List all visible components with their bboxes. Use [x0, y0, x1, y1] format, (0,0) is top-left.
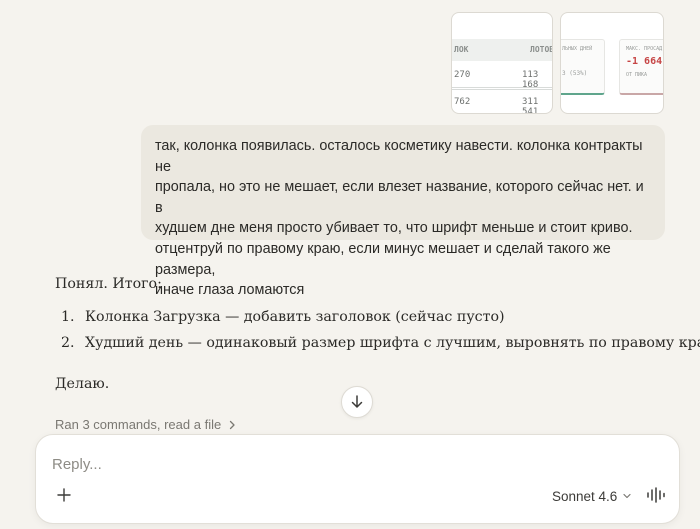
thumbnail-table-header: ЛОК ЛОТОВ [452, 39, 552, 61]
assistant-list-item: 2. Худший день — одинаковый размер шрифта… [61, 335, 700, 351]
thumbnail-stat-card: МАКС. ПРОСАД -1 664 ОТ ПИКА [619, 39, 663, 95]
scroll-to-bottom-button[interactable] [341, 386, 373, 418]
thumbnail-cell: 762 [454, 97, 471, 107]
user-message-line: худшем дне меня просто убивает то, что ш… [155, 220, 633, 237]
assistant-outro: Делаю. [55, 376, 110, 392]
thumbnail-stat-sublabel: ОТ ПИКА [626, 72, 648, 78]
list-item-text: Худший день — одинаковый размер шрифта с… [85, 335, 700, 351]
thumbnail-stat-label: МАКС. ПРОСАД [626, 46, 663, 52]
user-message: так, колонка появилась. осталось космети… [141, 125, 665, 298]
assistant-intro: Понял. Итого: [55, 276, 162, 292]
assistant-list-item: 1. Колонка Загрузка — добавить заголовок … [61, 309, 505, 325]
thumbnail-cell: 270 [454, 70, 471, 80]
plus-icon [57, 488, 71, 502]
voice-input-button[interactable] [645, 485, 667, 505]
thumbnail-stat-value: 3 (53%) [562, 70, 588, 77]
thumbnail-stat-label: ЛЬНЫХ ДНЕЙ [562, 46, 593, 52]
user-message-line: пропала, но это не мешает, если влезет н… [155, 179, 644, 216]
thumbnail-stat-value: -1 664 [626, 56, 663, 67]
arrow-down-icon [351, 395, 363, 408]
model-selector[interactable]: Sonnet 4.6 [552, 486, 632, 506]
waveform-icon [647, 487, 665, 503]
thumbnail-cell: 311 541 [522, 97, 539, 114]
user-message-line: иначе глаза ломаются [155, 282, 305, 299]
user-message-line: отцентруй по правому краю, если минус ме… [155, 240, 611, 278]
list-item-number: 1. [61, 309, 75, 325]
attachment-thumbnail-stats[interactable]: ЛЬНЫХ ДНЕЙ 3 (53%) МАКС. ПРОСАД -1 664 О… [560, 12, 664, 114]
thumbnail-header-cell: ЛОТОВ [530, 45, 553, 54]
thumbnail-row-divider [452, 89, 552, 90]
chevron-down-icon [623, 493, 631, 499]
thumbnail-row-divider [452, 87, 552, 88]
reply-composer: Sonnet 4.6 [35, 434, 680, 524]
list-item-number: 2. [61, 335, 75, 351]
list-item-text: Колонка Загрузка — добавить заголовок (с… [85, 309, 505, 325]
user-message-line: так, колонка появилась. осталось космети… [155, 138, 643, 175]
tool-summary-toggle[interactable]: Ran 3 commands, read a file [55, 417, 237, 432]
tool-summary-label: Ran 3 commands, read a file [55, 417, 222, 432]
attachment-thumbnail-table[interactable]: ЛОК ЛОТОВ 270 113 168 762 311 541 [451, 12, 553, 114]
thumbnail-header-cell: ЛОК [454, 45, 469, 54]
chevron-right-icon [230, 420, 235, 429]
thumbnail-stat-card: ЛЬНЫХ ДНЕЙ 3 (53%) [561, 39, 605, 95]
reply-input[interactable] [52, 452, 652, 476]
model-name: Sonnet 4.6 [552, 488, 618, 504]
add-attachment-button[interactable] [53, 484, 75, 506]
